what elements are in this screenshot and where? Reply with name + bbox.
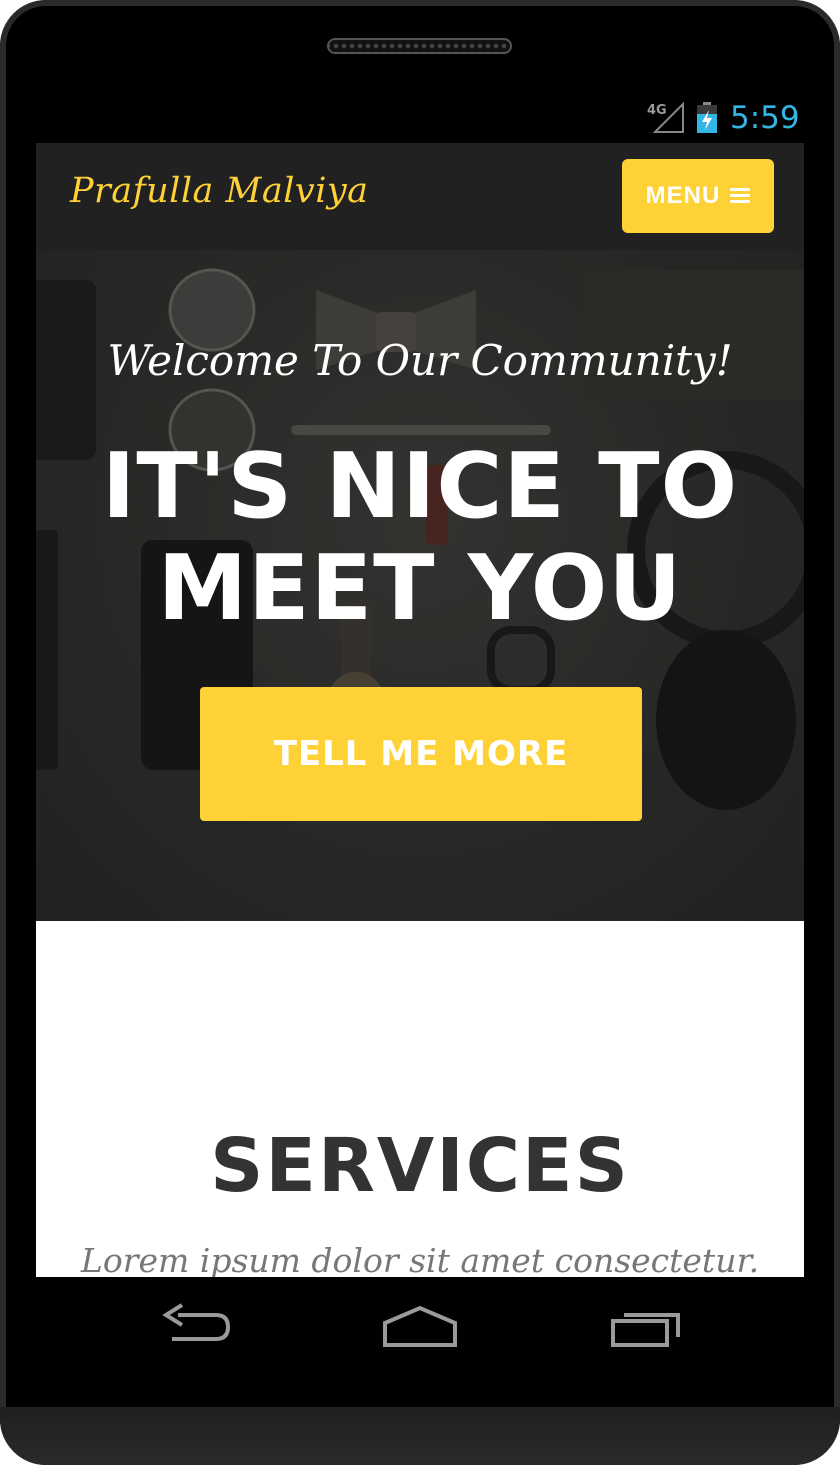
battery-charging-icon — [697, 102, 717, 133]
app-screen: Prafulla Malviya MENU Welcome To Our Com… — [36, 143, 804, 1277]
menu-button[interactable]: MENU — [622, 159, 774, 233]
hamburger-icon — [730, 188, 751, 204]
phone-chin — [0, 1407, 840, 1465]
system-nav-bar — [36, 1277, 804, 1407]
hero-lead: Welcome To Our Community! — [107, 336, 733, 385]
navbar: Prafulla Malviya MENU — [36, 143, 804, 250]
hero-heading: IT'S NICE TO MEET YOU — [101, 434, 739, 641]
services-title: SERVICES — [210, 1123, 630, 1209]
phone-frame: 4G 5:59 Prafulla Malviya MENU Welcome To… — [0, 0, 840, 1465]
speaker-grille — [327, 38, 512, 54]
network-label: 4G — [647, 103, 667, 118]
home-icon[interactable] — [382, 1305, 458, 1349]
recents-icon[interactable] — [610, 1307, 682, 1349]
signal-icon: 4G — [647, 101, 684, 133]
hero-section: Welcome To Our Community! IT'S NICE TO M… — [36, 250, 804, 921]
tell-me-more-button[interactable]: TELL ME MORE — [200, 687, 642, 821]
brand-logo[interactable]: Prafulla Malviya — [70, 171, 369, 211]
back-icon[interactable] — [160, 1303, 232, 1353]
clock: 5:59 — [730, 100, 800, 136]
services-subtitle: Lorem ipsum dolor sit amet consectetur. — [80, 1241, 760, 1277]
menu-label: MENU — [645, 182, 721, 209]
status-bar: 4G 5:59 — [36, 92, 804, 144]
